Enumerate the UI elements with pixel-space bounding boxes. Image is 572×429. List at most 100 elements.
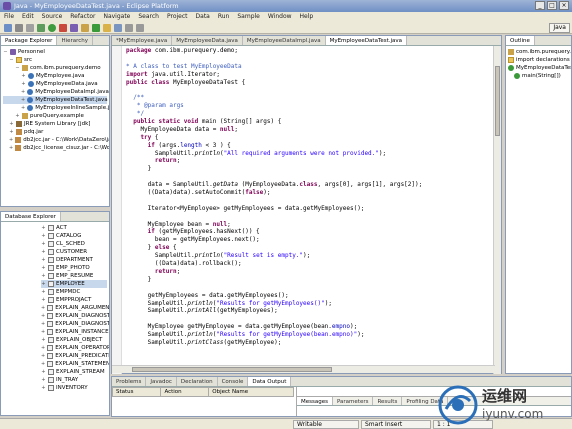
menu-data[interactable]: Data bbox=[196, 12, 210, 22]
result-tab[interactable]: Results bbox=[373, 397, 403, 405]
editor-file-tab[interactable]: MyEmployeeDataImpl.java bbox=[243, 36, 326, 45]
expand-toggle-icon[interactable]: − bbox=[9, 56, 14, 64]
expand-toggle-icon[interactable]: + bbox=[9, 120, 14, 128]
menu-edit[interactable]: Edit bbox=[22, 12, 34, 22]
editor-file-tab[interactable]: MyEmployeeDataTest.java bbox=[325, 36, 408, 45]
search-icon[interactable] bbox=[114, 24, 122, 32]
expand-toggle-icon[interactable]: + bbox=[41, 296, 46, 304]
expand-toggle-icon[interactable]: + bbox=[41, 256, 46, 264]
expand-toggle-icon[interactable]: − bbox=[15, 64, 20, 72]
table-node[interactable]: + CUSTOMER bbox=[41, 248, 107, 256]
minimize-button[interactable]: _ bbox=[535, 1, 545, 10]
table-node[interactable]: + EMP_RESUME bbox=[41, 272, 107, 280]
tree-item[interactable]: + MyEmployeeDataImpl.java bbox=[3, 88, 109, 96]
editor-vertical-scrollbar[interactable] bbox=[493, 46, 501, 374]
expand-toggle-icon[interactable]: + bbox=[41, 304, 45, 312]
table-node[interactable]: + EXPLAIN_STREAM bbox=[41, 368, 107, 376]
expand-toggle-icon[interactable]: + bbox=[41, 320, 45, 328]
tree-item[interactable]: + db2jcc.jar - C:\Work\DataZero\jars bbox=[3, 136, 109, 144]
table-node[interactable]: + EXPLAIN_PREDICATE bbox=[41, 352, 109, 360]
bottom-panel-tab[interactable]: Problems bbox=[112, 377, 147, 386]
table-node[interactable]: + INVENTORY bbox=[41, 384, 107, 392]
menu-project[interactable]: Project bbox=[167, 12, 188, 22]
close-button[interactable]: × bbox=[559, 1, 569, 10]
tree-item[interactable]: − com.ibm.purequery.demo bbox=[3, 64, 107, 72]
table-node[interactable]: + EXPLAIN_STATEMENT bbox=[41, 360, 109, 368]
expand-toggle-icon[interactable]: + bbox=[9, 128, 14, 136]
menu-source[interactable]: Source bbox=[42, 12, 63, 22]
new-icon[interactable] bbox=[4, 24, 12, 32]
debug-icon[interactable] bbox=[37, 24, 45, 32]
tree-item[interactable]: + MyEmployeeData.java bbox=[3, 80, 107, 88]
expand-toggle-icon[interactable]: + bbox=[21, 80, 26, 88]
outline-item[interactable]: com.ibm.purequery.demo bbox=[508, 48, 571, 56]
table-node[interactable]: + EXPLAIN_DIAGNOSTIC_DATA bbox=[41, 320, 109, 328]
column-header[interactable]: Status bbox=[111, 387, 162, 397]
expand-toggle-icon[interactable]: + bbox=[21, 88, 25, 96]
menu-file[interactable]: File bbox=[4, 12, 14, 22]
menu-sample[interactable]: Sample bbox=[237, 12, 260, 22]
table-node[interactable]: + EMPLOYEE bbox=[41, 280, 107, 288]
tree-item[interactable]: + db2jcc_license_cisuz.jar - C:\Work\Data… bbox=[3, 144, 109, 152]
table-node[interactable]: + EMP_PHOTO bbox=[41, 264, 107, 272]
result-tab[interactable]: Parameters bbox=[333, 397, 374, 405]
maximize-button[interactable]: □ bbox=[547, 1, 557, 10]
bottom-panel-tab[interactable]: Data Output bbox=[248, 377, 292, 386]
menu-help[interactable]: Help bbox=[300, 12, 314, 22]
tree-item[interactable]: − src bbox=[3, 56, 107, 64]
new-class-icon[interactable] bbox=[92, 24, 100, 32]
run-icon[interactable] bbox=[48, 24, 56, 32]
expand-toggle-icon[interactable]: + bbox=[9, 136, 13, 144]
tree-item[interactable]: + MyEmployeeInlineSample.java bbox=[3, 104, 109, 112]
expand-toggle-icon[interactable]: + bbox=[41, 272, 46, 280]
table-node[interactable]: + DEPARTMENT bbox=[41, 256, 107, 264]
expand-toggle-icon[interactable]: + bbox=[21, 104, 25, 112]
tree-item[interactable]: + JRE System Library [jdk] bbox=[3, 120, 107, 128]
expand-toggle-icon[interactable]: + bbox=[41, 232, 46, 240]
outline-item[interactable]: MyEmployeeDataTest bbox=[508, 64, 571, 72]
expand-toggle-icon[interactable]: + bbox=[41, 240, 46, 248]
table-node[interactable]: + EMPPROJACT bbox=[41, 296, 107, 304]
tree-item[interactable]: + MyEmployeeDataTest.java bbox=[3, 96, 108, 104]
outline-item[interactable]: import declarations bbox=[508, 56, 570, 64]
expand-toggle-icon[interactable]: + bbox=[41, 376, 46, 384]
expand-toggle-icon[interactable]: − bbox=[3, 48, 8, 56]
editor-file-tab[interactable]: MyEmployeeData.java bbox=[172, 36, 243, 45]
expand-toggle-icon[interactable]: + bbox=[41, 328, 45, 336]
expand-toggle-icon[interactable]: + bbox=[41, 224, 46, 232]
code-area[interactable]: package com.ibm.purequery.demo; * A class… bbox=[112, 46, 501, 363]
bottom-panel-tab[interactable]: Console bbox=[218, 377, 249, 386]
expand-toggle-icon[interactable]: + bbox=[15, 112, 20, 120]
expand-toggle-icon[interactable]: + bbox=[41, 368, 46, 376]
expand-toggle-icon[interactable]: + bbox=[41, 264, 46, 272]
expand-toggle-icon[interactable]: + bbox=[41, 280, 46, 288]
new-package-icon[interactable] bbox=[81, 24, 89, 32]
print-icon[interactable] bbox=[26, 24, 34, 32]
bottom-panel-tab[interactable]: Javadoc bbox=[146, 377, 177, 386]
expand-toggle-icon[interactable]: + bbox=[41, 248, 46, 256]
menu-run[interactable]: Run bbox=[218, 12, 230, 22]
external-tools-icon[interactable] bbox=[59, 24, 67, 32]
expand-toggle-icon[interactable]: + bbox=[9, 144, 13, 152]
expand-toggle-icon[interactable]: + bbox=[41, 352, 45, 360]
outline-tab[interactable]: Outline bbox=[506, 36, 535, 45]
tree-item[interactable]: + pdq.jar bbox=[3, 128, 107, 136]
editor-horizontal-scrollbar[interactable] bbox=[112, 365, 495, 373]
tree-item[interactable]: − Personnel bbox=[3, 48, 107, 56]
table-node[interactable]: + EXPLAIN_ARGUMENT bbox=[41, 304, 109, 312]
save-icon[interactable] bbox=[15, 24, 23, 32]
forward-icon[interactable] bbox=[136, 24, 144, 32]
expand-toggle-icon[interactable]: + bbox=[41, 336, 46, 344]
menu-navigate[interactable]: Navigate bbox=[103, 12, 130, 22]
table-node[interactable]: + EXPLAIN_DIAGNOSTIC bbox=[41, 312, 109, 320]
tree-item[interactable]: + pureQuery.example bbox=[3, 112, 107, 120]
expand-toggle-icon[interactable]: + bbox=[41, 360, 45, 368]
menu-window[interactable]: Window bbox=[268, 12, 292, 22]
menu-search[interactable]: Search bbox=[138, 12, 159, 22]
package-explorer-tab[interactable]: Hierarchy bbox=[57, 36, 94, 45]
outline-item[interactable]: main(String[]) bbox=[508, 72, 569, 80]
new-java-project-icon[interactable] bbox=[70, 24, 78, 32]
tree-item[interactable]: + MyEmployee.java bbox=[3, 72, 107, 80]
expand-toggle-icon[interactable]: + bbox=[41, 288, 46, 296]
column-header[interactable]: Object Name bbox=[208, 387, 294, 397]
